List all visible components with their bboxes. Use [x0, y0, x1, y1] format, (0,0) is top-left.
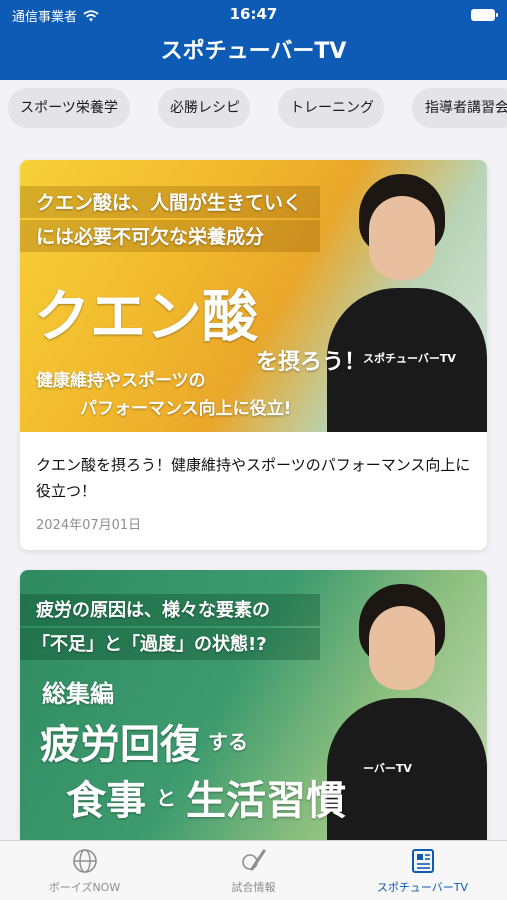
- thumbnail-subtext: する: [208, 730, 248, 754]
- thumbnail-headline: クエン酸は、人間が生きていく: [36, 192, 303, 214]
- shirt-logo-text: ーバーTV: [363, 762, 412, 775]
- news-icon: [411, 849, 434, 873]
- category-chip-coach-seminar[interactable]: 指導者講習会: [412, 88, 507, 128]
- article-card[interactable]: クエン酸は、人間が生きていく には必要不可欠な栄養成分 クエン酸 を摂ろう！ 健…: [20, 160, 487, 550]
- thumbnail-headline: には必要不可欠な栄養成分: [36, 226, 265, 248]
- article-title[interactable]: クエン酸を摂ろう！健康維持やスポーツのパフォーマンス向上に役立つ！: [36, 452, 476, 504]
- globe-icon: [72, 849, 97, 873]
- battery-icon: [471, 9, 498, 21]
- thumbnail-headline: 疲労の原因は、様々な要素の: [36, 600, 270, 621]
- thumbnail-headline: を摂ろう！: [256, 350, 367, 375]
- thumbnail-main-text: 食事: [66, 778, 146, 824]
- thumbnail-main-text: クエン酸: [34, 285, 258, 350]
- page-title: スポチューバーTV: [160, 39, 347, 64]
- category-chip-training[interactable]: トレーニング: [278, 88, 384, 128]
- status-bar: 通信事業者 16:47: [0, 0, 507, 30]
- tab-bar: ボーイズNOW 試合情報 スポチューバーTV: [0, 840, 507, 900]
- tab-label: ボーイズNOW: [48, 881, 121, 894]
- category-bar: スポーツ栄養学 必勝レシピ トレーニング 指導者講習会: [0, 80, 507, 136]
- thumbnail-subtext: 総集編: [42, 680, 114, 708]
- article-thumbnail: 疲労の原因は、様々な要素の 「不足」と「過度」の状態!? 総集編 疲労回復 する…: [20, 570, 487, 840]
- thumbnail-subtext: 健康維持やスポーツの: [36, 371, 206, 391]
- nav-bar: スポチューバーTV: [0, 30, 507, 80]
- article-feed[interactable]: クエン酸は、人間が生きていく には必要不可欠な栄養成分 クエン酸 を摂ろう！ 健…: [0, 136, 507, 840]
- presenter-photo: ーバーTV: [327, 570, 487, 840]
- thumbnail-main-text: 生活習慣: [186, 778, 346, 824]
- article-date: 2024年07月01日: [36, 518, 142, 533]
- category-chip-sports-nutrition[interactable]: スポーツ栄養学: [8, 88, 130, 128]
- tab-label: スポチューバーTV: [376, 881, 469, 894]
- clock: 16:47: [229, 5, 278, 23]
- baseball-bat-icon: [241, 849, 265, 871]
- presenter-photo: スポチューバーTV: [327, 160, 487, 432]
- thumbnail-subtext: パフォーマンス向上に役立!: [80, 399, 292, 419]
- article-card[interactable]: 疲労の原因は、様々な要素の 「不足」と「過度」の状態!? 総集編 疲労回復 する…: [20, 570, 487, 840]
- article-thumbnail: クエン酸は、人間が生きていく には必要不可欠な栄養成分 クエン酸 を摂ろう！ 健…: [20, 160, 487, 432]
- shirt-logo-text: スポチューバーTV: [363, 352, 456, 365]
- thumbnail-headline: 「不足」と「過度」の状態!?: [32, 634, 267, 655]
- thumbnail-main-text: 疲労回復: [40, 722, 200, 768]
- category-chip-recipes[interactable]: 必勝レシピ: [158, 88, 250, 128]
- tab-spotuber-tv[interactable]: スポチューバーTV: [338, 847, 507, 895]
- thumbnail-subtext: と: [156, 786, 176, 810]
- tab-game-info[interactable]: 試合情報: [169, 847, 338, 895]
- tab-boys-now[interactable]: ボーイズNOW: [0, 847, 169, 895]
- tab-label: 試合情報: [231, 881, 276, 894]
